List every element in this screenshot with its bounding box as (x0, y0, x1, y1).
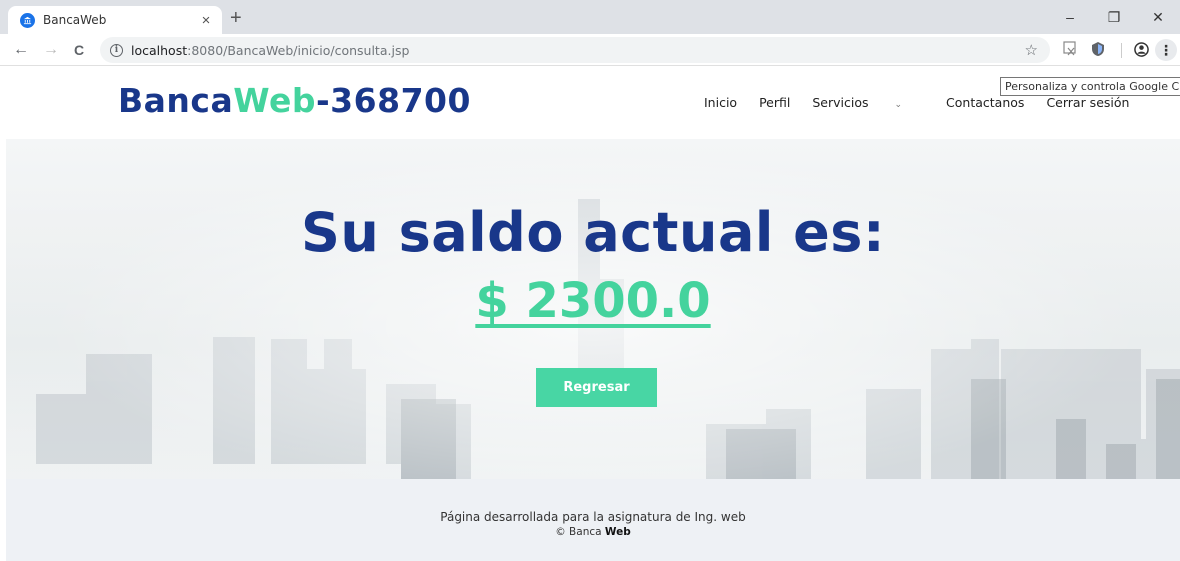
forward-icon[interactable]: → (40, 39, 62, 61)
nav-item-contactanos[interactable]: Contactanos (946, 95, 1024, 110)
account-icon[interactable] (1134, 42, 1149, 57)
copyright-prefix: © Banca (555, 526, 605, 538)
toolbar-divider (1121, 43, 1122, 58)
restore-icon[interactable]: ❐ (1092, 5, 1136, 29)
browser-toolbar: ← → C i localhost:8080/BancaWeb/inicio/c… (0, 34, 1180, 66)
url-path: :8080/BancaWeb/inicio/consulta.jsp (187, 42, 410, 58)
shield-extension-icon[interactable] (1090, 41, 1106, 57)
window-close-icon[interactable]: ✕ (1136, 5, 1180, 29)
chevron-down-icon: ⌄ (894, 100, 903, 110)
browser-tabstrip: BancaWeb × + – ❐ ✕ (0, 0, 1180, 34)
back-icon[interactable]: ← (10, 39, 32, 61)
nav-item-servicios-label: Servicios (812, 95, 869, 110)
nav-item-perfil[interactable]: Perfil (759, 95, 790, 110)
balance-amount[interactable]: $ 2300.0 (6, 273, 1180, 329)
main-nav: Inicio Perfil Servicios ⌄ Contactanos Cer… (704, 95, 1151, 110)
chrome-menu-icon[interactable]: ⋮ (1155, 39, 1177, 61)
logo-part-web: Web (233, 81, 316, 120)
tab-title: BancaWeb (43, 13, 107, 27)
bank-favicon-icon (20, 12, 35, 28)
back-button[interactable]: Regresar (536, 368, 657, 407)
balance-amount-link[interactable]: $ 2300.0 (475, 273, 710, 329)
logo-part-id: -368700 (315, 81, 471, 120)
info-icon[interactable]: i (110, 43, 123, 57)
reload-icon[interactable]: C (68, 39, 90, 61)
translate-extension-icon[interactable] (1063, 41, 1079, 57)
tab-close-icon[interactable]: × (198, 12, 214, 29)
url-host: localhost (131, 42, 188, 58)
site-footer: Página desarrollada para la asignatura d… (6, 479, 1180, 561)
nav-item-cerrar-sesion[interactable]: Cerrar sesión (1046, 95, 1129, 110)
nav-item-servicios[interactable]: Servicios ⌄ (812, 95, 924, 110)
footer-text: Página desarrollada para la asignatura d… (440, 510, 746, 524)
minimize-icon[interactable]: – (1048, 5, 1092, 29)
browser-tab[interactable]: BancaWeb × (8, 6, 222, 34)
bookmark-star-icon[interactable]: ☆ (1025, 41, 1038, 59)
site-logo[interactable]: BancaWeb-368700 (118, 81, 471, 120)
new-tab-icon[interactable]: + (230, 8, 242, 28)
menu-tooltip: Personaliza y controla Google Chrome (1000, 77, 1180, 96)
balance-heading: Su saldo actual es: (300, 201, 886, 264)
copyright-brand: Web (604, 526, 631, 538)
hero-section: Su saldo actual es: $ 2300.0 Regresar (6, 139, 1180, 479)
url-text[interactable]: localhost:8080/BancaWeb/inicio/consulta.… (131, 43, 409, 58)
address-bar[interactable]: i localhost:8080/BancaWeb/inicio/consult… (100, 37, 1050, 63)
footer-copyright: © Banca Web (6, 526, 1180, 538)
nav-item-inicio[interactable]: Inicio (704, 95, 737, 110)
logo-part-banca: Banca (118, 81, 234, 120)
